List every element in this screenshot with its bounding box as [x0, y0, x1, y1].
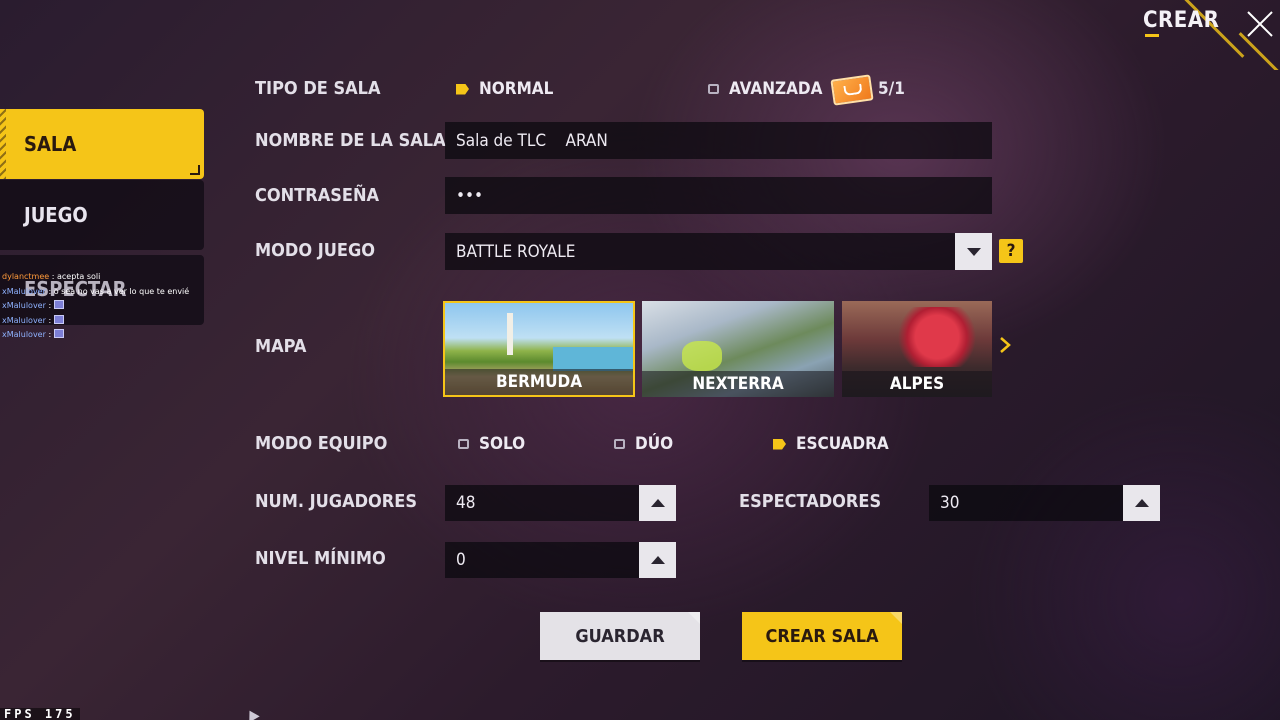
emoji-icon	[53, 329, 64, 338]
radio-normal[interactable]: NORMAL	[456, 79, 553, 99]
map-thumbnail-detail	[892, 307, 982, 367]
map-name: BERMUDA	[445, 369, 633, 395]
map-thumbnail-detail	[507, 313, 513, 355]
radio-unselected-icon	[614, 439, 625, 449]
page-title: CREAR	[1143, 8, 1220, 33]
map-card-bermuda[interactable]: BERMUDA	[443, 301, 635, 397]
radio-solo[interactable]: SOLO	[458, 434, 525, 454]
game-mode-select[interactable]: BATTLE ROYALE	[445, 233, 955, 270]
contrasena-label: CONTRASEÑA	[255, 185, 380, 206]
button-notch	[890, 612, 902, 624]
nombre-sala-label: NOMBRE DE LA SALA	[255, 130, 446, 151]
chevron-up-icon	[650, 499, 665, 507]
title-underline	[1145, 34, 1159, 37]
button-notch	[688, 612, 700, 624]
players-increment-button[interactable]	[639, 485, 676, 521]
modo-juego-label: MODO JUEGO	[255, 240, 376, 261]
spectators-input[interactable]: 30	[929, 485, 1123, 521]
chevron-up-icon	[650, 556, 665, 564]
radio-unselected-icon	[708, 84, 719, 94]
emoji-icon	[53, 300, 64, 309]
stream-chat-overlay: dylanctmee : acepta soli xMalulover : o …	[2, 270, 202, 343]
chat-line: xMalulover :	[2, 299, 202, 314]
radio-unselected-icon	[458, 439, 469, 449]
spectators-increment-button[interactable]	[1123, 485, 1160, 521]
chat-line: xMalulover : o sea no vas a ver lo que t…	[2, 286, 190, 296]
tab-juego[interactable]: JUEGO	[0, 180, 204, 250]
game-mode-dropdown-button[interactable]	[955, 233, 992, 270]
chat-line: dylanctmee : acepta soli	[2, 272, 101, 281]
map-card-alpes[interactable]: ALPES	[842, 301, 992, 397]
chevron-down-icon	[966, 247, 981, 256]
radio-selected-icon	[773, 438, 786, 450]
save-button-label: GUARDAR	[575, 625, 665, 647]
ticket-count: 5/1	[878, 79, 905, 99]
tipo-sala-label: TIPO DE SALA	[255, 78, 381, 99]
modo-equipo-label: MODO EQUIPO	[255, 433, 388, 454]
players-input[interactable]: 48	[445, 485, 639, 521]
close-button[interactable]	[1240, 4, 1280, 44]
min-level-increment-button[interactable]	[639, 542, 676, 578]
create-room-button-label: CREAR SALA	[765, 625, 879, 647]
chevron-up-icon	[1134, 499, 1149, 507]
tab-juego-label: JUEGO	[24, 203, 88, 227]
create-room-button[interactable]: CREAR SALA	[742, 612, 902, 660]
map-name: NEXTERRA	[642, 371, 834, 397]
close-icon	[1247, 11, 1273, 37]
espectadores-label: ESPECTADORES	[739, 491, 882, 512]
save-button[interactable]: GUARDAR	[540, 612, 700, 660]
fps-counter: FPS 175	[0, 708, 80, 720]
tab-sala-label: SALA	[24, 132, 77, 156]
map-name: ALPES	[842, 371, 992, 397]
radio-avanzada[interactable]: AVANZADA	[708, 79, 822, 99]
chevron-right-icon	[1000, 337, 1011, 353]
radio-duo[interactable]: DÚO	[614, 434, 673, 454]
radio-selected-icon	[456, 83, 469, 95]
map-card-nexterra[interactable]: NEXTERRA	[642, 301, 834, 397]
chat-line: xMalulover :	[2, 328, 202, 343]
radio-solo-label: SOLO	[479, 434, 526, 454]
room-name-input[interactable]: Sala de TLC ARAN	[445, 122, 992, 159]
password-input[interactable]: •••	[445, 177, 992, 214]
radio-avanzada-label: AVANZADA	[729, 79, 823, 99]
map-thumbnail-detail	[682, 341, 722, 371]
tab-sala[interactable]: SALA	[0, 109, 204, 179]
nivel-minimo-label: NIVEL MÍNIMO	[255, 548, 386, 569]
map-next-button[interactable]	[999, 336, 1011, 354]
jugadores-label: NUM. JUGADORES	[255, 491, 418, 512]
tab-corner	[190, 165, 200, 175]
radio-normal-label: NORMAL	[479, 79, 554, 99]
chat-line: xMalulover :	[2, 314, 202, 329]
room-card-ticket-icon	[830, 74, 874, 106]
radio-escuadra-label: ESCUADRA	[796, 434, 889, 454]
min-level-input[interactable]: 0	[445, 542, 639, 578]
help-button[interactable]: ?	[999, 239, 1023, 263]
mouse-cursor-icon	[244, 707, 260, 720]
map-thumbnail-detail	[553, 347, 633, 371]
mapa-label: MAPA	[255, 336, 307, 357]
emoji-icon	[53, 314, 64, 324]
radio-duo-label: DÚO	[635, 434, 674, 454]
radio-escuadra[interactable]: ESCUADRA	[773, 434, 889, 454]
